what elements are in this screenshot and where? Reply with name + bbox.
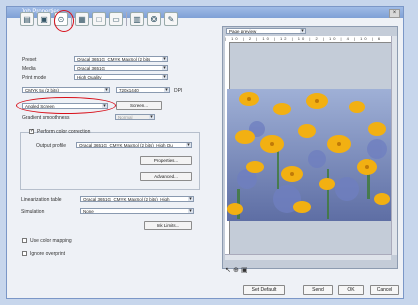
linearization-select[interactable]: Oracal 3651G_CMYK MaxSol (2 bits)_High [80,196,194,202]
cancel-button[interactable]: Cancel [370,285,399,295]
layout-tab-icon[interactable]: ▣ [37,12,51,26]
advanced-button[interactable]: Advanced... [140,172,192,181]
cut-tab-icon[interactable]: ✎ [164,12,178,26]
ignore-overprint-label: Ignore overprint [30,251,66,257]
perform-color-checkbox[interactable]: ✓ [29,129,34,134]
vertical-scrollbar[interactable] [391,36,397,255]
use-color-mapping-label: Use color mapping [30,238,72,244]
flower-field-image [227,89,391,221]
ink-limits-button[interactable]: Ink Limits... [144,221,192,230]
colormode-select[interactable]: CMYK 5x (2 bits) [22,87,110,93]
pointer-tool-icon[interactable]: ↖ [225,266,231,274]
toolbar-divider [126,12,127,26]
screen-button[interactable]: Screen... [116,101,162,110]
use-color-mapping-checkbox[interactable] [22,238,27,243]
dpi-label: DPI [174,88,183,94]
page-tab-icon[interactable]: □ [92,12,106,26]
perform-color-label: Perform color correction [37,129,91,135]
tile-tab-icon[interactable]: ▭ [109,12,123,26]
resolution-select[interactable]: 720x1440 [116,87,170,93]
gradient-select[interactable]: Normal [115,114,155,120]
general-tab-icon[interactable]: ▤ [20,12,34,26]
finishing-tab-icon[interactable]: ❂ [147,12,161,26]
marks-tab-icon[interactable]: ▥ [130,12,144,26]
media-select[interactable]: Oracal 3651G [74,65,168,71]
gradient-label: Gradient smoothness [22,115,70,121]
output-profile-select[interactable]: Oracal 3651G_CMYK MaxSol (2 bits)_High Q… [76,142,192,148]
top-ruler: | 10 | 2 | 10 | 12 | 10 | 2 | 10 | 4 | 1… [225,36,395,43]
toolbar: ▤ ▣ ⊙ ▦ □ ▭ ▥ ❂ ✎ [20,12,178,28]
ok-button[interactable]: OK [338,285,364,295]
linearization-label: Linearization table [21,197,62,203]
highlight-circle-screening [16,97,116,114]
printmode-label: Print mode [22,75,47,81]
printmode-select[interactable]: High Quality [74,74,168,80]
preset-label: Preset [22,57,37,63]
set-default-button[interactable]: Set Default [243,285,285,295]
send-button[interactable]: Send [303,285,333,295]
preview-image [227,89,391,221]
fit-tool-icon[interactable]: ▣ [241,266,248,274]
zoom-tool-icon[interactable]: ⊕ [233,266,239,274]
horizontal-scrollbar[interactable] [225,254,391,260]
preview-mode-select[interactable]: Page preview [226,28,306,34]
output-profile-label: Output profile [36,143,67,149]
simulation-label: Simulation [21,209,45,215]
simulation-select[interactable]: None [80,208,194,214]
properties-button[interactable]: Properties... [140,156,192,165]
ignore-overprint-checkbox[interactable] [22,251,27,256]
media-label: Media [22,66,36,72]
highlight-circle-toolbar [54,10,74,32]
close-window-button[interactable]: × [389,9,400,18]
size-tab-icon[interactable]: ▦ [75,12,89,26]
preset-select[interactable]: Oracal 3651G_CMYK MaxSol (2 bits [74,56,168,62]
